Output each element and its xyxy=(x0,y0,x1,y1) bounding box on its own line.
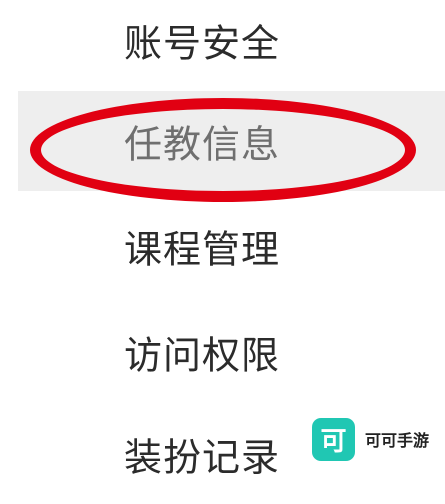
menu-item-access-permissions[interactable]: 访问权限 xyxy=(18,302,445,402)
watermark-text: 可可手游 xyxy=(362,425,433,453)
menu-item-account-security[interactable]: 账号安全 xyxy=(18,0,445,90)
settings-menu: 账号安全 任教信息 课程管理 访问权限 装扮记录 xyxy=(0,0,445,480)
menu-item-course-management[interactable]: 课程管理 xyxy=(18,196,445,296)
menu-item-label: 装扮记录 xyxy=(124,435,281,480)
watermark-logo-icon: 可 xyxy=(312,417,355,461)
menu-item-label: 任教信息 xyxy=(124,122,281,167)
menu-item-teaching-info[interactable]: 任教信息 xyxy=(18,91,445,191)
menu-item-label: 课程管理 xyxy=(124,227,281,272)
menu-item-label: 访问权限 xyxy=(124,333,281,378)
menu-item-label: 账号安全 xyxy=(124,21,281,66)
watermark: 可 可可手游 xyxy=(312,417,433,461)
